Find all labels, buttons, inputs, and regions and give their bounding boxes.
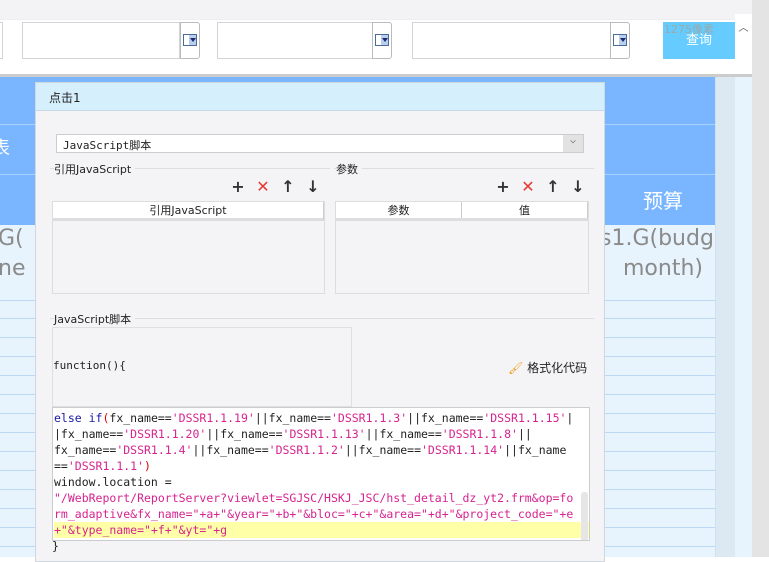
code-editor[interactable]: else if(fx_name=='DSSR1.1.19'||fx_name==… — [52, 407, 590, 541]
cell-left-1: G( — [0, 226, 24, 251]
code-line: "/WebReport/ReportServer?viewlet=SGJSC/H… — [54, 491, 574, 505]
editor-scrollbar[interactable] — [581, 492, 588, 540]
chevron-up-icon: ︿ — [738, 23, 749, 34]
filter-input-3[interactable] — [412, 22, 615, 59]
brush-icon: 🖌 — [508, 361, 524, 375]
cell-left-2: ne — [0, 256, 26, 281]
column-header[interactable]: 值 — [462, 202, 588, 218]
filter-input-2[interactable] — [217, 22, 378, 59]
params-table: 参数 值 — [335, 201, 589, 294]
chevron-down-icon — [183, 34, 197, 46]
top-toolbar — [0, 0, 752, 20]
code-line: rm_adaptive&fx_name="+a+"&year="+b+"&blo… — [54, 507, 574, 521]
plus-icon[interactable]: + — [229, 177, 247, 196]
function-header: function(){ — [53, 359, 126, 372]
chevron-down-icon — [613, 34, 627, 46]
format-code-button[interactable]: 🖌 格式化代码 — [508, 359, 587, 376]
delete-icon[interactable]: ✕ — [519, 177, 537, 196]
arrow-down-icon[interactable]: ↓ — [304, 177, 322, 196]
arrow-up-icon[interactable]: ↑ — [544, 177, 562, 196]
chevron-down-icon — [375, 34, 389, 46]
select-value: JavaScript脚本 — [63, 139, 152, 152]
cell-right-2: month) — [623, 256, 703, 281]
script-label: JavaScript脚本 — [54, 311, 136, 327]
code-line: window.location = — [54, 475, 172, 489]
action-type-select[interactable]: JavaScript脚本 ⌵ — [56, 134, 584, 153]
filter-input-1[interactable] — [22, 22, 180, 59]
column-header[interactable]: 引用JavaScript — [53, 202, 324, 221]
header-cell-left: 表 — [0, 138, 10, 159]
code-line: =='DSSR1.1.1') — [54, 459, 151, 473]
window-scrollbar[interactable] — [752, 0, 769, 557]
dialog-title: 点击1 — [36, 83, 604, 111]
scroll-up-button[interactable]: ︿ — [735, 14, 752, 76]
chevron-down-icon[interactable]: ⌵ — [563, 135, 583, 152]
arrow-up-icon[interactable]: ↑ — [279, 177, 297, 196]
code-close: } — [52, 539, 59, 553]
column-header[interactable]: 参数 — [336, 202, 462, 218]
arrow-down-icon[interactable]: ↓ — [569, 177, 587, 196]
format-code-label: 格式化代码 — [527, 361, 588, 375]
event-dialog: 点击1 JavaScript脚本 ⌵ 引用JavaScript 参数 + ✕ ↑ … — [35, 82, 605, 562]
code-line: fx_name=='DSSR1.1.4'||fx_name=='DSSR1.1.… — [54, 443, 567, 457]
filter-dropdown-1[interactable] — [180, 22, 200, 59]
cell-right-1: s1.G(budg — [600, 226, 714, 251]
header-cell-budget: 预算 — [643, 189, 683, 213]
filter-dropdown-3[interactable] — [610, 22, 630, 59]
width-hint: 1275像素 — [664, 23, 714, 36]
code-line-current: +"&type_name="+f+"&yt="+g — [54, 522, 589, 538]
code-line: |fx_name=='DSSR1.1.20'||fx_name=='DSSR1.… — [54, 427, 532, 441]
filter-input-0[interactable] — [0, 22, 3, 59]
ref-js-label: 引用JavaScript — [54, 161, 136, 177]
plus-icon[interactable]: + — [494, 177, 512, 196]
filter-dropdown-2[interactable] — [372, 22, 392, 59]
code-line: else if(fx_name=='DSSR1.1.19'||fx_name==… — [54, 411, 574, 425]
params-label: 参数 — [336, 161, 362, 177]
delete-icon[interactable]: ✕ — [254, 177, 272, 196]
ref-js-table: 引用JavaScript — [52, 201, 325, 294]
